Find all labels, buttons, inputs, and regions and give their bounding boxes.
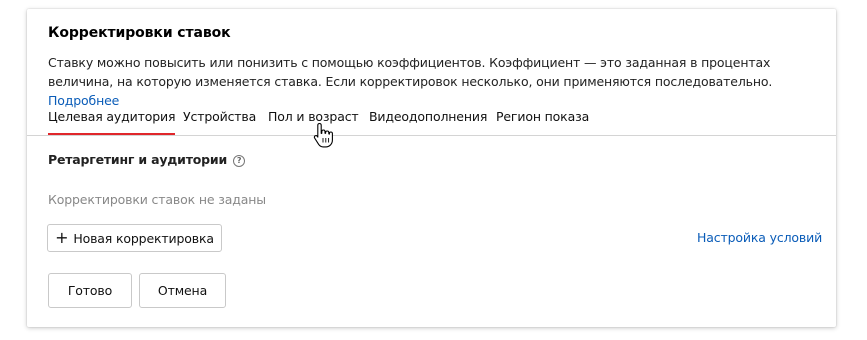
condition-settings-link[interactable]: Настройка условий bbox=[697, 230, 822, 245]
hand-pointer-cursor-icon bbox=[313, 122, 333, 148]
tab-region[interactable]: Регион показа bbox=[496, 109, 589, 124]
bid-adjustments-panel: Корректировки ставок Ставку можно повыси… bbox=[27, 9, 836, 327]
cancel-button[interactable]: Отмена bbox=[139, 273, 226, 308]
plus-icon: + bbox=[55, 228, 69, 247]
description-text: Ставку можно повысить или понизить с пом… bbox=[48, 55, 773, 89]
tab-target-audience[interactable]: Целевая аудитория bbox=[48, 109, 176, 135]
panel-title: Корректировки ставок bbox=[48, 25, 231, 41]
section-title: Ретаргетинг и аудитории? bbox=[48, 152, 246, 167]
empty-state-text: Корректировки ставок не заданы bbox=[48, 192, 266, 207]
section-title-text: Ретаргетинг и аудитории bbox=[48, 152, 228, 167]
done-button[interactable]: Готово bbox=[48, 273, 132, 308]
tabs-bar: Целевая аудитория Устройства Пол и возра… bbox=[27, 105, 836, 136]
panel-description: Ставку можно повысить или понизить с пом… bbox=[48, 53, 818, 110]
new-adjustment-label: Новая корректировка bbox=[73, 230, 214, 246]
tab-video-extensions[interactable]: Видеодополнения bbox=[369, 109, 487, 124]
new-adjustment-button[interactable]: + Новая корректировка bbox=[47, 224, 222, 252]
question-circle-icon[interactable]: ? bbox=[233, 155, 246, 167]
tab-devices[interactable]: Устройства bbox=[183, 109, 256, 124]
